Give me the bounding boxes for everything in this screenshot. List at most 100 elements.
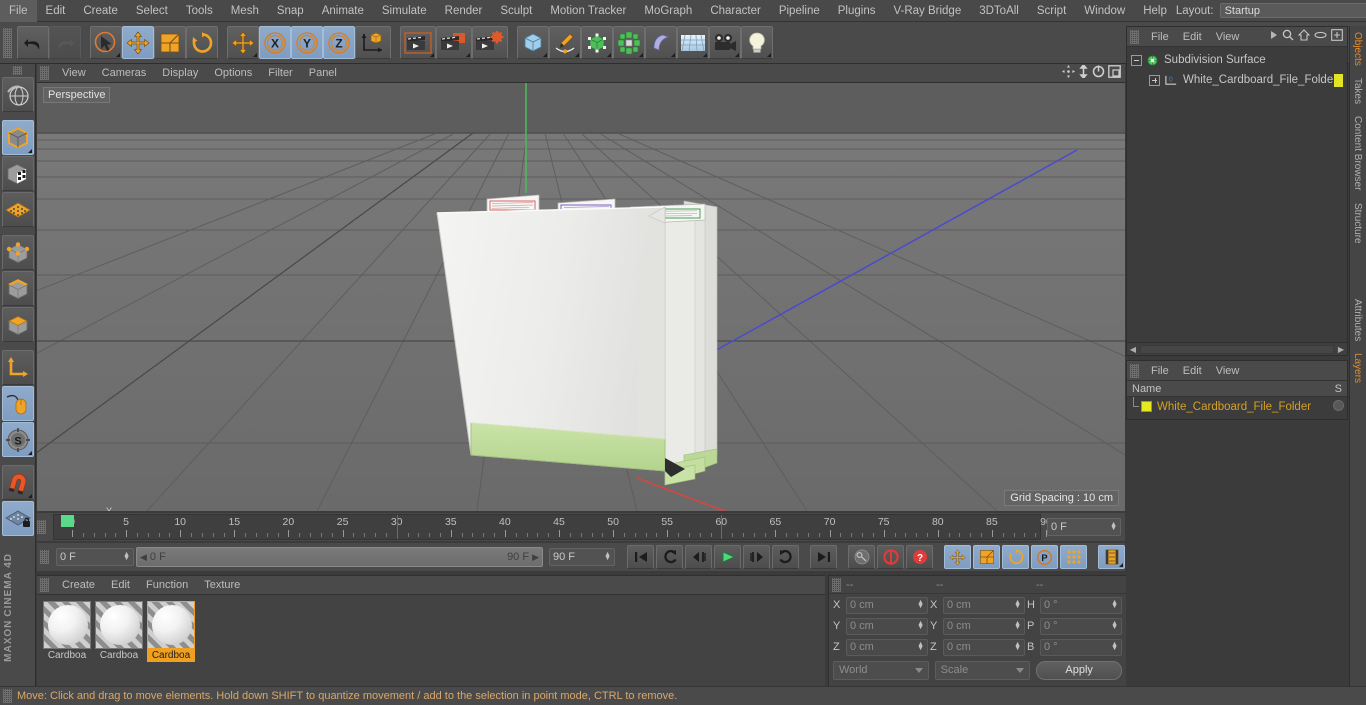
- object-manager-menu-view[interactable]: View: [1209, 27, 1247, 47]
- workplane-lock-button[interactable]: [1, 501, 34, 536]
- viewport-menu-cameras[interactable]: Cameras: [94, 64, 155, 83]
- magnet-tool-button[interactable]: [1, 465, 34, 500]
- material-item[interactable]: Cardboa: [95, 601, 143, 662]
- scroll-track[interactable]: [1140, 344, 1334, 354]
- material-item[interactable]: Cardboa: [43, 601, 91, 662]
- layer-manager-grip[interactable]: [1130, 363, 1139, 378]
- tab-content-browser[interactable]: Content Browser: [1350, 110, 1365, 196]
- coordinate-mode-select[interactable]: Scale: [934, 660, 1031, 680]
- object-row-white-cardboard-file-folder[interactable]: 0 White_Cardboard_File_Folder: [1127, 70, 1347, 90]
- left-toolbar-grip[interactable]: [13, 66, 22, 75]
- add-nurbs-generator[interactable]: [581, 26, 613, 59]
- menu-select[interactable]: Select: [127, 0, 177, 22]
- current-frame-field[interactable]: 0 F ▲ ▼: [1047, 518, 1121, 536]
- menu-plugins[interactable]: Plugins: [829, 0, 885, 22]
- undo-view-button[interactable]: [1, 77, 34, 112]
- range-right-arrow-icon[interactable]: ▶: [532, 552, 539, 563]
- redo-button[interactable]: [49, 26, 81, 59]
- anim-current-frame-field[interactable]: 0 F ▲ ▼: [56, 548, 134, 566]
- menu-tools[interactable]: Tools: [177, 0, 222, 22]
- point-level-animation-button[interactable]: [1060, 545, 1087, 569]
- material-menu-texture[interactable]: Texture: [196, 576, 248, 595]
- render-view-button[interactable]: [400, 26, 436, 59]
- tab-takes[interactable]: Takes: [1350, 72, 1365, 110]
- menu-snap[interactable]: Snap: [268, 0, 313, 22]
- material-menu-function[interactable]: Function: [138, 576, 196, 595]
- add-environment-floor[interactable]: [677, 26, 709, 59]
- material-menu-edit[interactable]: Edit: [103, 576, 138, 595]
- layer-manager-menu-edit[interactable]: Edit: [1176, 361, 1209, 381]
- range-left-arrow-icon[interactable]: ◀: [140, 552, 147, 563]
- timeline-filmstrip-button[interactable]: [1098, 545, 1125, 569]
- box-icon[interactable]: [1331, 29, 1343, 44]
- object-row-subdivision-surface[interactable]: Subdivision Surface: [1127, 50, 1347, 70]
- object-manager-hscrollbar[interactable]: ◀ ▶: [1127, 342, 1347, 355]
- lock-x-axis[interactable]: X: [259, 26, 291, 59]
- pan-icon[interactable]: [1062, 65, 1075, 81]
- rotate-tool[interactable]: [186, 26, 218, 59]
- toolbar-grip[interactable]: [3, 27, 12, 58]
- move-secondary-tool[interactable]: [227, 26, 259, 59]
- render-to-picture-viewer-button[interactable]: [436, 26, 472, 59]
- layer-manager-menu-view[interactable]: View: [1209, 361, 1247, 381]
- status-grip[interactable]: [3, 689, 12, 703]
- play-button[interactable]: [714, 545, 741, 569]
- live-selection-tool[interactable]: [90, 26, 122, 59]
- spinner-icon[interactable]: ▲ ▼: [917, 620, 924, 631]
- menu-animate[interactable]: Animate: [313, 0, 373, 22]
- material-item-selected[interactable]: Cardboa: [147, 601, 195, 662]
- tab-objects[interactable]: Objects: [1350, 26, 1365, 72]
- menu-file[interactable]: File: [0, 0, 37, 22]
- apply-button[interactable]: Apply: [1036, 660, 1123, 680]
- viewport-menu-filter[interactable]: Filter: [260, 64, 300, 83]
- texture-mode-button[interactable]: [1, 156, 34, 191]
- add-light[interactable]: [741, 26, 773, 59]
- preview-range-slider[interactable]: ◀ 0 F 90 F ▶: [136, 547, 543, 567]
- position-key-button[interactable]: [944, 545, 971, 569]
- spinner-icon[interactable]: ▲ ▼: [604, 551, 611, 562]
- spinner-icon[interactable]: ▲ ▼: [917, 641, 924, 652]
- timeline-playhead[interactable]: [61, 515, 74, 527]
- spinner-icon[interactable]: ▲ ▼: [123, 551, 130, 562]
- parameter-key-button[interactable]: P: [1031, 545, 1058, 569]
- material-preview[interactable]: [147, 601, 195, 649]
- object-manager-grip[interactable]: [1130, 29, 1139, 44]
- viewport-3d-scene[interactable]: Y X Z Perspective Grid Spacing : 10 cm: [37, 83, 1125, 511]
- spinner-icon[interactable]: ▲ ▼: [1014, 641, 1021, 652]
- object-manager-menu-file[interactable]: File: [1144, 27, 1176, 47]
- rotate-view-icon[interactable]: [1092, 65, 1105, 81]
- model-mode-button[interactable]: [1, 120, 34, 155]
- enable-axis-modification-button[interactable]: [1, 350, 34, 385]
- menu-edit[interactable]: Edit: [37, 0, 75, 22]
- spinner-icon[interactable]: ▲ ▼: [1014, 620, 1021, 631]
- viewport-menu-display[interactable]: Display: [154, 64, 206, 83]
- maximize-view-icon[interactable]: [1108, 65, 1121, 81]
- spinner-icon[interactable]: ▲ ▼: [1111, 620, 1118, 631]
- scale-key-button[interactable]: [973, 545, 1000, 569]
- lock-y-axis[interactable]: Y: [291, 26, 323, 59]
- rotation-key-button[interactable]: [1002, 545, 1029, 569]
- animbar-grip[interactable]: [40, 550, 49, 564]
- add-deformer[interactable]: [645, 26, 677, 59]
- arrow-icon[interactable]: [1270, 30, 1278, 43]
- go-to-end-button[interactable]: [810, 545, 837, 569]
- viewport-menu-options[interactable]: Options: [206, 64, 260, 83]
- coord-field-size-x[interactable]: 0 cm ▲ ▼: [943, 596, 1025, 614]
- material-manager-grip[interactable]: [40, 578, 49, 592]
- scroll-right-icon[interactable]: ▶: [1335, 344, 1347, 355]
- material-tag-icon[interactable]: [1334, 74, 1343, 87]
- coord-field-size-y[interactable]: 0 cm ▲ ▼: [943, 617, 1025, 635]
- move-tool[interactable]: [122, 26, 154, 59]
- object-tree[interactable]: Subdivision Surface 0 White_Cardboard_Fi…: [1127, 47, 1347, 341]
- tab-layers[interactable]: Layers: [1350, 347, 1365, 389]
- coord-field-rotation-h[interactable]: 0 ° ▲ ▼: [1040, 596, 1122, 614]
- menu-render[interactable]: Render: [436, 0, 492, 22]
- viewport-menu-panel[interactable]: Panel: [301, 64, 345, 83]
- coord-field-position-x[interactable]: 0 cm ▲ ▼: [846, 596, 928, 614]
- timeline-ruler[interactable]: 051015202530354045505560657075808590: [53, 514, 1052, 540]
- coord-field-position-y[interactable]: 0 cm ▲ ▼: [846, 617, 928, 635]
- material-preview[interactable]: [95, 601, 143, 649]
- spinner-icon[interactable]: ▲ ▼: [1111, 599, 1118, 610]
- lock-z-axis[interactable]: Z: [323, 26, 355, 59]
- home-icon[interactable]: [1297, 29, 1311, 44]
